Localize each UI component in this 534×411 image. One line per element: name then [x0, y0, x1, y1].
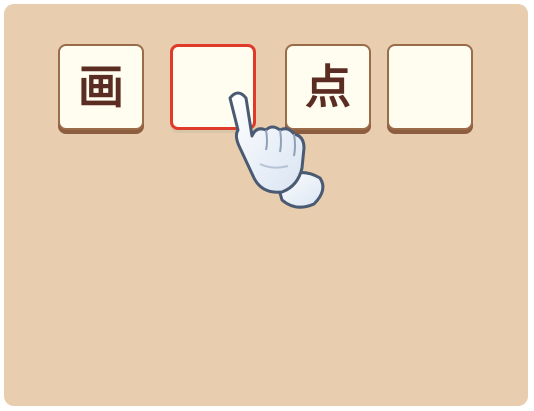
character-tile-2-selected[interactable] [170, 44, 256, 130]
tile-character: 点 [305, 60, 351, 114]
character-tile-1[interactable]: 画 [58, 44, 144, 130]
tile-character: 画 [78, 60, 124, 114]
game-board: 画 点 [4, 4, 528, 406]
character-tile-4[interactable] [387, 44, 473, 130]
character-tile-3[interactable]: 点 [285, 44, 371, 130]
